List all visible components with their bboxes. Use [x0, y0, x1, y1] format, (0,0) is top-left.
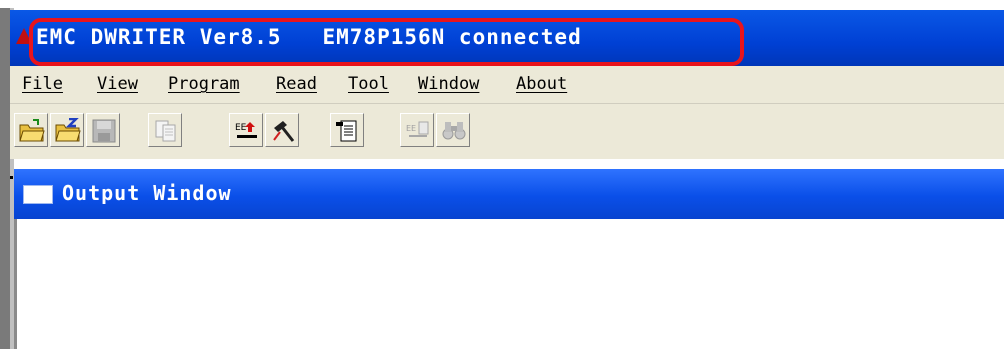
document-icon — [336, 120, 357, 142]
ee-write-icon: EE — [235, 122, 257, 138]
copy-icon — [155, 120, 176, 142]
binoculars-icon — [442, 122, 466, 140]
open-recent-button[interactable] — [50, 113, 84, 147]
copy-button[interactable] — [148, 113, 182, 147]
menu-view[interactable]: View — [97, 74, 138, 94]
find-button[interactable] — [436, 113, 470, 147]
menu-tool[interactable]: Tool — [348, 74, 389, 94]
document-button[interactable] — [330, 113, 364, 147]
menu-about[interactable]: About — [516, 74, 567, 94]
open-folder-icon — [19, 119, 45, 142]
menu-program[interactable]: Program — [168, 74, 240, 94]
open-button[interactable] — [14, 113, 48, 147]
panel-marker — [10, 176, 13, 179]
window-icon — [23, 185, 53, 204]
save-button[interactable] — [86, 113, 120, 147]
title-highlight-annotation — [29, 18, 744, 66]
ee-compare-icon: EE — [406, 121, 429, 137]
output-window-title: Output Window — [62, 181, 232, 205]
menu-file[interactable]: File — [22, 74, 63, 94]
ee-compare-button[interactable]: EE — [400, 113, 434, 147]
output-window-titlebar[interactable]: Output Window — [14, 169, 1004, 219]
hammer-icon — [273, 121, 295, 142]
save-icon — [92, 119, 116, 143]
menu-bar: File View Program Read Tool Window About — [10, 66, 1004, 104]
window-left-border — [0, 8, 10, 349]
svg-text:EE: EE — [406, 124, 416, 133]
menu-read[interactable]: Read — [276, 74, 317, 94]
ee-write-button[interactable]: EE — [229, 113, 263, 147]
toolbar: EE EE — [10, 104, 1004, 159]
menu-window[interactable]: Window — [418, 74, 479, 94]
tool-button[interactable] — [265, 113, 299, 147]
output-window-content[interactable] — [14, 219, 1004, 349]
svg-text:EE: EE — [235, 123, 247, 133]
open-recent-folder-icon — [55, 118, 81, 142]
